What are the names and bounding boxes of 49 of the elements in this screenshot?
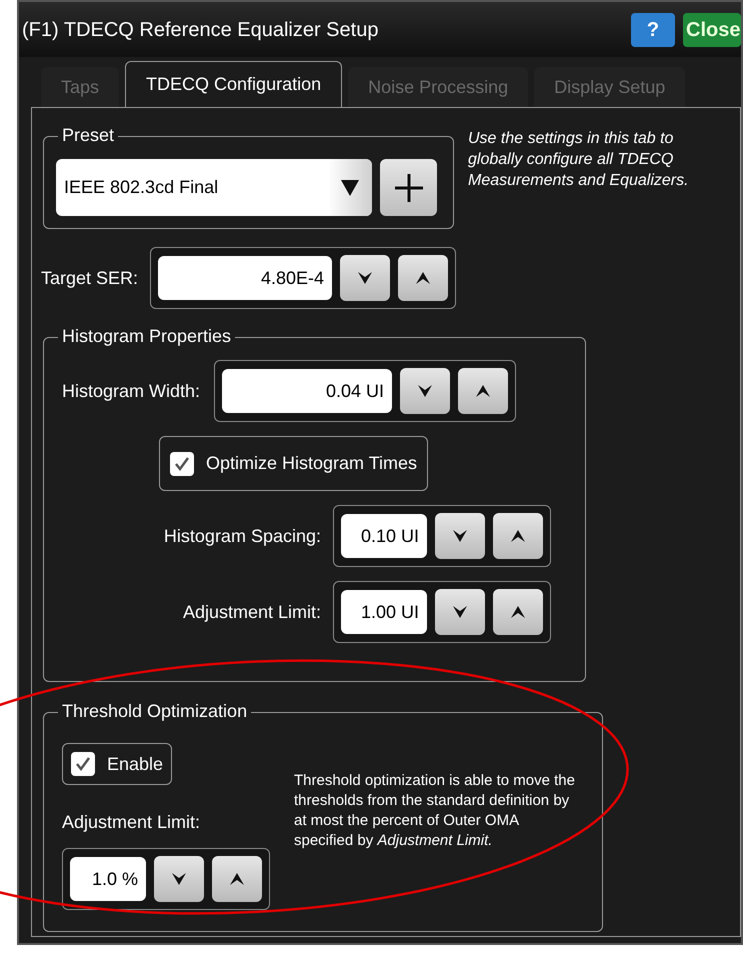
checkmark-icon (74, 755, 92, 773)
field-label: Adjustment Limit: (62, 811, 202, 834)
increment-button[interactable] (398, 255, 448, 301)
checkbox[interactable] (71, 752, 95, 776)
increment-button[interactable] (212, 856, 262, 902)
chevron-down-icon (451, 528, 469, 544)
chevron-up-icon (228, 871, 246, 887)
checkmark-icon (173, 454, 191, 472)
chevron-down-icon (451, 604, 469, 620)
window-title: (F1) TDECQ Reference Equalizer Setup (22, 18, 380, 42)
plus-icon (394, 172, 424, 202)
decrement-button[interactable] (154, 856, 204, 902)
value-field[interactable]: 0.04 UI (222, 369, 392, 413)
chevron-up-icon (414, 270, 432, 286)
field-label: Target SER: (41, 266, 138, 290)
field-label: Adjustment Limit: (182, 600, 321, 624)
description-text: Threshold optimization is able to move the thresholds from the standard definition by at most the percent of Outer OMA specified by Adjustment Limit. (294, 771, 576, 851)
decrement-button[interactable] (340, 255, 390, 301)
increment-button[interactable] (493, 513, 543, 559)
add-preset-button[interactable] (380, 159, 437, 216)
decrement-button[interactable] (400, 368, 450, 414)
chevron-down-icon (356, 270, 374, 286)
checkbox-label: Optimize Histogram Times (206, 452, 418, 475)
checkbox-row[interactable]: Optimize Histogram Times (159, 436, 428, 491)
value-field[interactable]: 1.00 UI (341, 590, 427, 634)
value-field[interactable]: 1.0 % (70, 857, 146, 901)
chevron-up-icon (509, 528, 527, 544)
increment-button[interactable] (493, 589, 543, 635)
help-text: Use the settings in this tab to globally configure all TDECQ Measurements and Equalizers. (468, 129, 690, 191)
field-label: Histogram Spacing: (164, 524, 321, 548)
tab[interactable]: TDECQ Configuration (125, 61, 342, 107)
caret-down-icon (340, 178, 360, 196)
field-label: Histogram Width: (62, 380, 200, 403)
dropdown-value: IEEE 802.3cd Final (64, 176, 220, 199)
checkbox-row[interactable]: Enable (62, 743, 172, 785)
chevron-down-icon (170, 871, 188, 887)
decrement-button[interactable] (435, 513, 485, 559)
chevron-down-icon (416, 383, 434, 399)
help-button[interactable]: ? (631, 12, 675, 46)
increment-button[interactable] (458, 368, 508, 414)
chevron-up-icon (509, 604, 527, 620)
checkbox[interactable] (170, 452, 194, 476)
chevron-up-icon (474, 383, 492, 399)
decrement-button[interactable] (435, 589, 485, 635)
close-button[interactable]: Close (683, 12, 741, 46)
checkbox-label: Enable (107, 752, 164, 776)
preset-dropdown[interactable]: IEEE 802.3cd Final (56, 159, 372, 216)
value-field[interactable]: 0.10 UI (341, 514, 427, 558)
value-field[interactable]: 4.80E-4 (158, 256, 332, 300)
